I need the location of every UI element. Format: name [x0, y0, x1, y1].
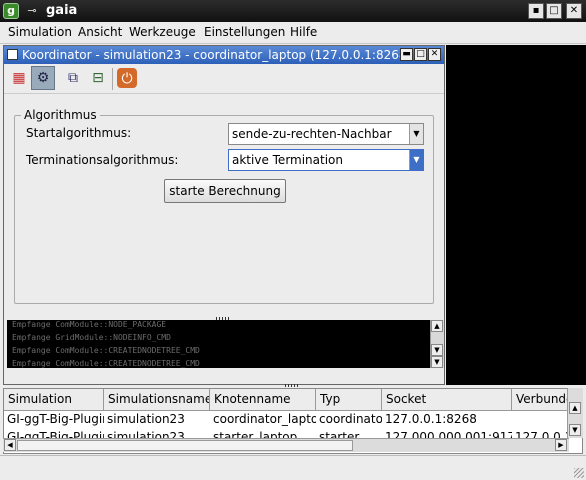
- termination-algorithm-select[interactable]: aktive Termination ▼: [228, 149, 424, 171]
- log-console: Empfange ComModule::NODE_PACKAGE Empfang…: [7, 320, 431, 368]
- scroll-down-icon[interactable]: ▼: [431, 356, 443, 368]
- frame-close-button[interactable]: ✕: [428, 48, 441, 61]
- chevron-down-icon[interactable]: ▼: [409, 124, 423, 144]
- scroll-down-icon[interactable]: ▼: [569, 424, 581, 436]
- table-cell: coordinator: [319, 412, 382, 426]
- scroll-up-icon[interactable]: ▲: [569, 402, 581, 414]
- coordinator-title: Koordinator - simulation23 - coordinator…: [22, 48, 412, 62]
- coordinator-toolbar: ▦ ⚙ ⧉ ⊟ ⏻: [4, 64, 444, 94]
- start-algorithm-value: sende-zu-rechten-Nachbar: [232, 127, 392, 141]
- frame-minimize-button[interactable]: ▬: [400, 48, 413, 61]
- table-cell: 127.0.0.1:8268: [385, 412, 477, 426]
- start-computation-button[interactable]: starte Berechnung: [164, 179, 286, 203]
- menu-simulation[interactable]: Simulation: [8, 25, 72, 39]
- splitter-handle[interactable]: [285, 384, 299, 387]
- frame-menu-icon[interactable]: [7, 49, 18, 60]
- minimize-button[interactable]: ▪: [528, 3, 544, 19]
- menu-bar: Simulation Ansicht Werkzeuge Einstellung…: [0, 22, 586, 44]
- menu-einstellungen[interactable]: Einstellungen: [204, 25, 285, 39]
- table-row[interactable]: GI-ggT-Big-Plugin simulation23 coordinat…: [4, 411, 568, 429]
- log-line: Empfange GridModule::NODEINFO_CMD: [12, 333, 171, 342]
- maximize-button[interactable]: □: [546, 3, 562, 19]
- table-cell: GI-ggT-Big-Plugin: [7, 412, 104, 426]
- column-header-type[interactable]: Typ: [316, 389, 382, 411]
- menu-ansicht[interactable]: Ansicht: [78, 25, 122, 39]
- scrollbar-thumb[interactable]: [17, 440, 353, 451]
- column-header-simulation[interactable]: Simulation: [4, 389, 104, 411]
- menu-werkzeuge[interactable]: Werkzeuge: [129, 25, 196, 39]
- coordinator-title-bar[interactable]: Koordinator - simulation23 - coordinator…: [4, 46, 444, 64]
- toolbar-separator: [112, 68, 113, 90]
- window-title: gaia: [46, 3, 78, 18]
- start-algorithm-select[interactable]: sende-zu-rechten-Nachbar ▼: [228, 123, 424, 145]
- log-scrollbar[interactable]: ▲ ▼ ▼: [430, 320, 444, 368]
- table-cell: coordinator_laptop: [213, 412, 316, 426]
- menu-hilfe[interactable]: Hilfe: [290, 25, 317, 39]
- termination-algorithm-label: Terminationsalgorithmus:: [26, 153, 179, 167]
- pin-icon[interactable]: ⊸: [24, 3, 40, 19]
- termination-algorithm-value: aktive Termination: [232, 153, 344, 167]
- table-horizontal-scrollbar[interactable]: ◀ ▶: [3, 438, 569, 452]
- log-line: Empfange ComModule::CREATEDNODETREE_CMD: [12, 346, 200, 355]
- scroll-down-icon[interactable]: ▼: [431, 344, 443, 356]
- scroll-left-icon[interactable]: ◀: [4, 439, 16, 451]
- coordinator-frame: Koordinator - simulation23 - coordinator…: [3, 45, 445, 385]
- frame-maximize-button[interactable]: □: [414, 48, 427, 61]
- chevron-down-icon[interactable]: ▼: [409, 150, 423, 170]
- close-button[interactable]: ✕: [566, 3, 582, 19]
- column-header-node-name[interactable]: Knotenname: [210, 389, 316, 411]
- table-cell: simulation23: [107, 412, 185, 426]
- gaia-app-icon[interactable]: g: [3, 3, 19, 19]
- tree-structure-icon[interactable]: ⊟: [86, 66, 110, 90]
- table-cell: [512, 411, 568, 429]
- network-users-icon[interactable]: ⚙: [31, 66, 55, 90]
- column-header-socket[interactable]: Socket: [382, 389, 512, 411]
- grid-color-icon[interactable]: ▦: [7, 66, 31, 90]
- log-line: Empfange ComModule::NODE_PACKAGE: [12, 320, 167, 329]
- power-icon[interactable]: ⏻: [117, 68, 137, 88]
- window-title-bar[interactable]: g ⊸ gaia ▪ □ ✕: [0, 0, 586, 22]
- rack-server-icon[interactable]: ⧉: [61, 66, 85, 90]
- table-vertical-scrollbar[interactable]: ▲ ▼: [567, 388, 583, 438]
- start-algorithm-label: Startalgorithmus:: [26, 126, 132, 140]
- column-header-simulation-name[interactable]: Simulationsname: [104, 389, 210, 411]
- log-line: Empfange ComModule::CREATEDNODETREE_CMD: [12, 359, 200, 368]
- resize-grip-icon[interactable]: [574, 468, 584, 478]
- black-workspace: [446, 45, 586, 385]
- algorithm-group-label: Algorithmus: [24, 108, 97, 122]
- status-bar: [0, 455, 586, 480]
- scroll-up-icon[interactable]: ▲: [431, 320, 443, 332]
- scroll-right-icon[interactable]: ▶: [555, 439, 567, 451]
